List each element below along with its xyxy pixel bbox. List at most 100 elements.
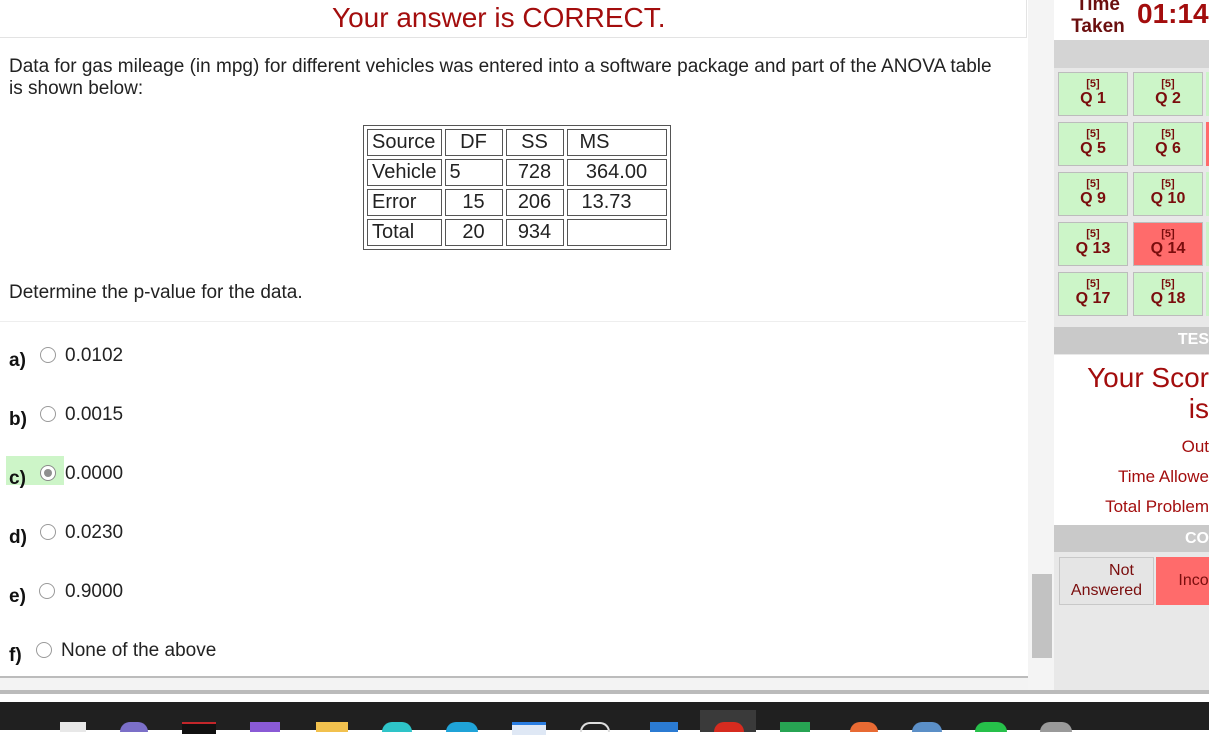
table-cell: Vehicle bbox=[367, 159, 442, 186]
question-button-q5[interactable]: [5] Q 5 bbox=[1058, 122, 1128, 166]
question-button-q18[interactable]: [5] Q 18 bbox=[1133, 272, 1203, 316]
option-letter: b) bbox=[9, 409, 27, 430]
question-points: [5] bbox=[1161, 278, 1175, 290]
table-cell: 15 bbox=[444, 189, 503, 216]
app-icon[interactable] bbox=[650, 722, 678, 732]
question-label: Q 6 bbox=[1155, 140, 1181, 157]
question-points: [5] bbox=[1086, 228, 1100, 240]
app-icon[interactable] bbox=[182, 722, 216, 734]
anova-table: Source DF SS MS Vehicle 5 728 364.00 Err… bbox=[363, 125, 671, 250]
time-label: Time Taken bbox=[1068, 0, 1128, 38]
out-of-text: Out bbox=[1181, 437, 1209, 456]
table-cell: 20 bbox=[444, 219, 503, 246]
option-d[interactable]: d) 0.0230 bbox=[0, 519, 400, 549]
option-letter: c) bbox=[9, 468, 26, 489]
question-button-q17[interactable]: [5] Q 17 bbox=[1058, 272, 1128, 316]
option-value: 0.0015 bbox=[65, 404, 124, 425]
question-button-q14[interactable]: [5] Q 14 bbox=[1133, 222, 1203, 266]
timer: Time Taken 01:14 bbox=[1054, 0, 1209, 40]
table-cell: 934 bbox=[505, 219, 564, 246]
app-icon[interactable] bbox=[120, 722, 148, 732]
taskbar bbox=[0, 702, 1209, 735]
question-button-q6[interactable]: [5] Q 6 bbox=[1133, 122, 1203, 166]
question-button-q1[interactable]: [5] Q 1 bbox=[1058, 72, 1128, 116]
question-button-q9[interactable]: [5] Q 9 bbox=[1058, 172, 1128, 216]
legend-answered-label: Answered bbox=[1070, 582, 1143, 599]
radio-button-selected[interactable] bbox=[40, 465, 56, 481]
table-cell: 364.00 bbox=[566, 159, 667, 186]
question-button-q13[interactable]: [5] Q 13 bbox=[1058, 222, 1128, 266]
question-prompt: Determine the p-value for the data. bbox=[9, 282, 303, 303]
header-df: DF bbox=[444, 129, 503, 156]
question-points: [5] bbox=[1086, 278, 1100, 290]
radio-button[interactable] bbox=[36, 642, 52, 658]
question-label: Q 9 bbox=[1080, 190, 1106, 207]
app-icon[interactable] bbox=[850, 722, 878, 732]
question-points: [5] bbox=[1086, 128, 1100, 140]
radio-button[interactable] bbox=[40, 347, 56, 363]
option-value: 0.9000 bbox=[65, 581, 124, 602]
app-icon[interactable] bbox=[1040, 722, 1072, 732]
result-text: Your answer is CORRECT. bbox=[332, 2, 666, 33]
chrome-icon[interactable] bbox=[714, 722, 744, 732]
color-heading-bar: CO bbox=[1054, 525, 1209, 552]
question-label: Q 13 bbox=[1075, 240, 1111, 257]
app-icon[interactable] bbox=[975, 722, 1007, 732]
radio-button[interactable] bbox=[39, 583, 55, 599]
table-row: Vehicle 5 728 364.00 bbox=[367, 159, 667, 186]
time-allowed: Time Allowe bbox=[1117, 467, 1209, 486]
radio-button[interactable] bbox=[40, 524, 56, 540]
option-c[interactable]: c) 0.0000 bbox=[0, 456, 400, 490]
radio-button[interactable] bbox=[40, 406, 56, 422]
question-points: [5] bbox=[1161, 78, 1175, 90]
question-points: [5] bbox=[1161, 128, 1175, 140]
app-icon[interactable] bbox=[382, 722, 412, 732]
app-icon[interactable] bbox=[912, 722, 942, 732]
question-text: Data for gas mileage (in mpg) for differ… bbox=[9, 56, 992, 99]
table-cell: 13.73 bbox=[566, 189, 667, 216]
color-heading: CO bbox=[1185, 530, 1209, 547]
option-letter: d) bbox=[9, 527, 27, 548]
question-points: [5] bbox=[1086, 178, 1100, 190]
edge-icon[interactable] bbox=[446, 722, 478, 732]
table-row: Error 15 206 13.73 bbox=[367, 189, 667, 216]
option-letter: f) bbox=[9, 645, 22, 666]
question-label: Q 1 bbox=[1080, 90, 1106, 107]
app-icon[interactable] bbox=[512, 722, 546, 735]
option-letter: a) bbox=[9, 350, 26, 371]
option-f[interactable]: f) None of the above bbox=[0, 637, 400, 667]
header-ms: MS bbox=[566, 129, 667, 156]
app-icon[interactable] bbox=[780, 722, 810, 732]
question-button-q2[interactable]: [5] Q 2 bbox=[1133, 72, 1203, 116]
table-cell: 206 bbox=[505, 189, 564, 216]
question-area: Your answer is CORRECT. Data for gas mil… bbox=[0, 0, 1028, 690]
time-label-line1: Time bbox=[1075, 0, 1120, 15]
folder-icon[interactable] bbox=[316, 722, 348, 732]
question-label: Q 14 bbox=[1150, 240, 1186, 257]
question-button-q10[interactable]: [5] Q 10 bbox=[1133, 172, 1203, 216]
question-points: [5] bbox=[1161, 178, 1175, 190]
visual-studio-icon[interactable] bbox=[250, 722, 280, 732]
test-heading-bar: TES bbox=[1054, 327, 1209, 354]
option-a[interactable]: a) 0.0102 bbox=[0, 342, 400, 372]
option-letter: e) bbox=[9, 586, 26, 607]
option-value: 0.0102 bbox=[65, 345, 124, 366]
option-b[interactable]: b) 0.0015 bbox=[0, 401, 400, 431]
scrollbar-thumb[interactable] bbox=[1032, 574, 1052, 658]
header-ss: SS bbox=[505, 129, 564, 156]
legend-not-answered: Not Answered bbox=[1059, 557, 1154, 605]
legend-not-label: Not bbox=[1109, 562, 1134, 579]
header-source: Source bbox=[367, 129, 442, 156]
option-value: None of the above bbox=[61, 640, 217, 661]
question-points: [5] bbox=[1161, 228, 1175, 240]
option-value: 0.0230 bbox=[65, 522, 124, 543]
table-cell: Error bbox=[367, 189, 442, 216]
app-icon[interactable] bbox=[580, 722, 610, 732]
question-label: Q 10 bbox=[1150, 190, 1186, 207]
option-e[interactable]: e) 0.9000 bbox=[0, 578, 400, 608]
file-icon[interactable] bbox=[60, 722, 86, 732]
score-title: Your Scor bbox=[1087, 362, 1209, 393]
panel-header-bar bbox=[1054, 40, 1209, 68]
divider bbox=[0, 321, 1026, 322]
test-heading: TES bbox=[1177, 331, 1209, 348]
